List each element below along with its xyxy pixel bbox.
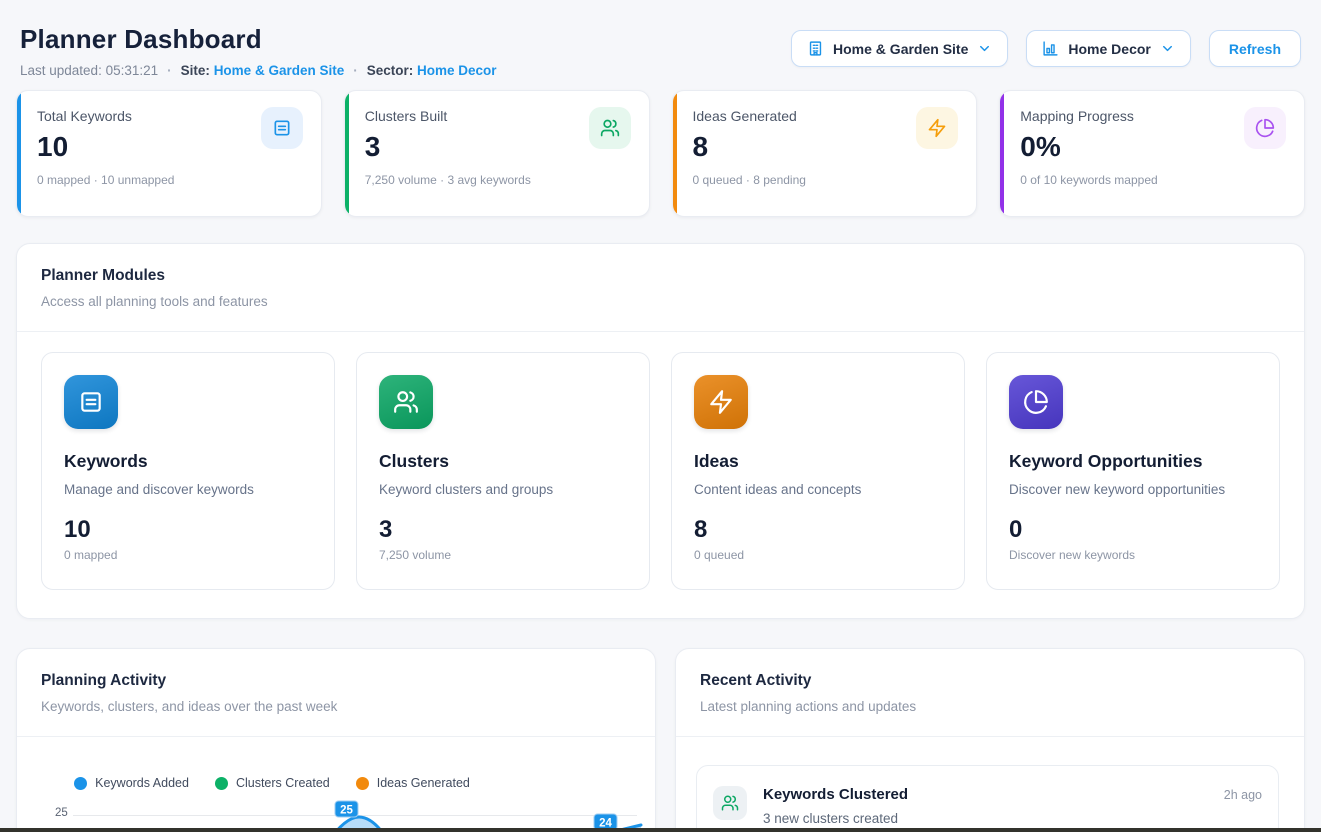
users-icon [589, 107, 631, 149]
keywords-added-series: 25 24 [17, 794, 655, 832]
users-icon [379, 375, 433, 429]
legend-dot [215, 777, 228, 790]
page-meta: Last updated: 05:31:21 · Site: Home & Ga… [20, 63, 497, 78]
module-title: Clusters [379, 451, 627, 472]
stat-card-total-keywords: Total Keywords 10 0 mapped · 10 unmapped [16, 90, 322, 217]
module-title: Keyword Opportunities [1009, 451, 1257, 472]
module-card-keywords[interactable]: Keywords Manage and discover keywords 10… [41, 352, 335, 590]
sector-selector-value: Home Decor [1068, 41, 1150, 57]
section-title: Planning Activity [41, 672, 631, 690]
refresh-button[interactable]: Refresh [1209, 30, 1301, 67]
planning-activity-panel: Planning Activity Keywords, clusters, an… [16, 648, 656, 832]
page-header-left: Planner Dashboard Last updated: 05:31:21… [20, 16, 497, 78]
document-icon [64, 375, 118, 429]
planner-modules-panel: Planner Modules Access all planning tool… [16, 243, 1305, 619]
accent-bar [673, 91, 677, 216]
legend-item-keywords-added[interactable]: Keywords Added [74, 776, 189, 790]
modules-grid: Keywords Manage and discover keywords 10… [17, 332, 1304, 618]
page-title: Planner Dashboard [20, 24, 497, 55]
site-selector[interactable]: Home & Garden Site [791, 30, 1008, 67]
chevron-down-icon [977, 41, 992, 56]
planning-activity-header: Planning Activity Keywords, clusters, an… [17, 649, 655, 736]
accent-bar [345, 91, 349, 216]
module-value: 10 [64, 516, 312, 544]
chart-legend: Keywords Added Clusters Created Ideas Ge… [17, 776, 655, 790]
legend-dot [74, 777, 87, 790]
planner-modules-header: Planner Modules Access all planning tool… [17, 244, 1304, 331]
last-updated-text: Last updated: 05:31:21 [20, 63, 158, 78]
module-card-clusters[interactable]: Clusters Keyword clusters and groups 3 7… [356, 352, 650, 590]
module-value: 0 [1009, 516, 1257, 544]
module-card-keyword-opportunities[interactable]: Keyword Opportunities Discover new keywo… [986, 352, 1280, 590]
bar-chart-icon [1042, 40, 1059, 57]
document-icon [261, 107, 303, 149]
recent-activity-header: Recent Activity Latest planning actions … [676, 649, 1304, 736]
section-subtitle: Keywords, clusters, and ideas over the p… [41, 699, 631, 714]
svg-text:25: 25 [340, 805, 353, 817]
module-value: 3 [379, 516, 627, 544]
module-sub: Discover new keywords [1009, 548, 1257, 562]
accent-bar [17, 91, 21, 216]
stat-card-clusters-built: Clusters Built 3 7,250 volume · 3 avg ke… [344, 90, 650, 217]
stat-sub: 7,250 volume · 3 avg keywords [365, 173, 629, 187]
window-bottom-edge [0, 828, 1321, 832]
pie-chart-icon [1244, 107, 1286, 149]
stat-card-mapping-progress: Mapping Progress 0% 0 of 10 keywords map… [999, 90, 1305, 217]
bolt-icon [694, 375, 748, 429]
chevron-down-icon [1160, 41, 1175, 56]
section-subtitle: Access all planning tools and features [41, 294, 1280, 309]
legend-item-clusters-created[interactable]: Clusters Created [215, 776, 330, 790]
header-controls: Home & Garden Site Home Decor [791, 30, 1301, 67]
stat-sub: 0 queued · 8 pending [693, 173, 957, 187]
legend-item-ideas-generated[interactable]: Ideas Generated [356, 776, 470, 790]
module-value: 8 [694, 516, 942, 544]
module-description: Manage and discover keywords [64, 482, 312, 497]
divider [17, 736, 655, 737]
pie-chart-icon [1009, 375, 1063, 429]
meta-separator: · [353, 63, 358, 78]
divider [676, 736, 1304, 737]
module-description: Content ideas and concepts [694, 482, 942, 497]
sector-link[interactable]: Home Decor [417, 63, 497, 78]
planner-dashboard-page: Planner Dashboard Last updated: 05:31:21… [0, 0, 1321, 832]
activity-item-body: Keywords Clustered 2h ago 3 new clusters… [763, 786, 1262, 826]
module-sub: 7,250 volume [379, 548, 627, 562]
module-description: Discover new keyword opportunities [1009, 482, 1257, 497]
site-link[interactable]: Home & Garden Site [214, 63, 345, 78]
users-icon [713, 786, 747, 820]
module-title: Keywords [64, 451, 312, 472]
legend-dot [356, 777, 369, 790]
bottom-grid: Planning Activity Keywords, clusters, an… [16, 648, 1305, 832]
building-icon [807, 40, 824, 57]
recent-activity-panel: Recent Activity Latest planning actions … [675, 648, 1305, 832]
module-title: Ideas [694, 451, 942, 472]
activity-chart: 25 25 24 [17, 794, 655, 832]
module-description: Keyword clusters and groups [379, 482, 627, 497]
section-title: Planner Modules [41, 267, 1280, 285]
module-sub: 0 queued [694, 548, 942, 562]
site-selector-value: Home & Garden Site [833, 41, 968, 57]
page-header: Planner Dashboard Last updated: 05:31:21… [16, 16, 1305, 78]
activity-timestamp: 2h ago [1224, 788, 1262, 802]
activity-title: Keywords Clustered [763, 786, 908, 803]
stat-sub: 0 of 10 keywords mapped [1020, 173, 1284, 187]
module-sub: 0 mapped [64, 548, 312, 562]
sector-meta: Sector: Home Decor [367, 63, 497, 78]
sector-selector[interactable]: Home Decor [1026, 30, 1190, 67]
section-subtitle: Latest planning actions and updates [700, 699, 1280, 714]
module-card-ideas[interactable]: Ideas Content ideas and concepts 8 0 que… [671, 352, 965, 590]
stat-card-ideas-generated: Ideas Generated 8 0 queued · 8 pending [672, 90, 978, 217]
bolt-icon [916, 107, 958, 149]
point-label-25: 25 [335, 801, 358, 817]
activity-item-keywords-clustered[interactable]: Keywords Clustered 2h ago 3 new clusters… [696, 765, 1279, 832]
activity-description: 3 new clusters created [763, 811, 1262, 826]
stat-sub: 0 mapped · 10 unmapped [37, 173, 301, 187]
stats-row: Total Keywords 10 0 mapped · 10 unmapped… [16, 90, 1305, 217]
site-meta: Site: Home & Garden Site [181, 63, 345, 78]
accent-bar [1000, 91, 1004, 216]
meta-separator: · [167, 63, 172, 78]
section-title: Recent Activity [700, 672, 1280, 690]
